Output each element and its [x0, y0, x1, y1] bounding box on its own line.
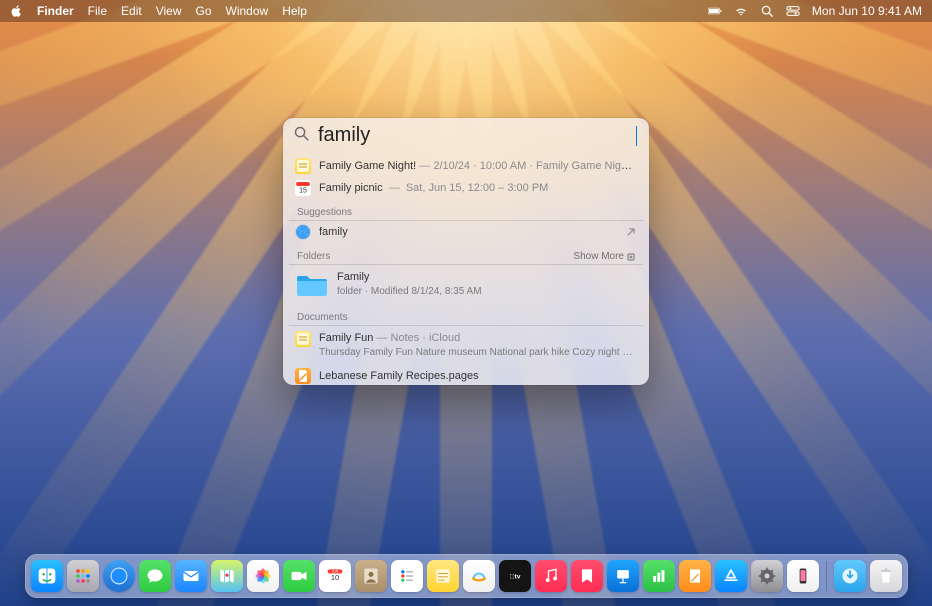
dock-maps[interactable] — [211, 560, 243, 592]
dock-tv[interactable]: tv — [499, 560, 531, 592]
document-title: Lebanese Family Recipes.pages — [319, 369, 479, 383]
dock-separator — [826, 561, 827, 591]
suggestion-row[interactable]: family — [289, 221, 643, 243]
spotlight-window: Family Game Night! — 2/10/24 · 10:00 AM … — [283, 118, 649, 385]
menu-item-file[interactable]: File — [88, 4, 107, 18]
battery-icon[interactable] — [708, 4, 722, 18]
result-row[interactable]: 15 Family picnic — Sat, Jun 15, 12:00 – … — [289, 177, 643, 199]
dock-iphone[interactable] — [787, 560, 819, 592]
document-row[interactable]: Family Fun — Notes · iCloud Thursday Fam… — [289, 326, 643, 365]
dock-numbers[interactable] — [643, 560, 675, 592]
dock-facetime[interactable] — [283, 560, 315, 592]
dock-finder[interactable] — [31, 560, 63, 592]
dock-mail[interactable] — [175, 560, 207, 592]
folder-row[interactable]: Family folder · Modified 8/1/24, 8:35 AM — [289, 265, 643, 304]
menu-item-edit[interactable]: Edit — [121, 4, 142, 18]
text-caret — [636, 126, 637, 146]
menu-item-window[interactable]: Window — [226, 4, 269, 18]
dock-appstore[interactable] — [715, 560, 747, 592]
folder-title: Family — [337, 270, 482, 284]
menu-bar: Finder File Edit View Go Window Help Mon… — [0, 0, 932, 22]
dock-keynote[interactable] — [607, 560, 639, 592]
dock-messages[interactable] — [139, 560, 171, 592]
dock-launchpad[interactable] — [67, 560, 99, 592]
result-title: Family picnic — Sat, Jun 15, 12:00 – 3:0… — [319, 181, 548, 195]
dock-calendar[interactable]: JUN10 — [319, 560, 351, 592]
suggestion-title: family — [319, 225, 348, 239]
svg-text:15: 15 — [299, 188, 307, 195]
pages-icon — [295, 368, 311, 384]
dock-music[interactable] — [535, 560, 567, 592]
dock-pages[interactable] — [679, 560, 711, 592]
menu-datetime[interactable]: Mon Jun 10 9:41 AM — [812, 4, 922, 18]
dock-trash[interactable] — [870, 560, 902, 592]
dock: JUN10 tv — [25, 554, 908, 598]
result-row[interactable]: Family Game Night! — 2/10/24 · 10:00 AM … — [289, 155, 643, 177]
safari-icon — [295, 224, 311, 240]
section-title-suggestions: Suggestions — [297, 207, 352, 218]
dock-news[interactable] — [571, 560, 603, 592]
search-icon — [293, 125, 310, 147]
dock-settings[interactable] — [751, 560, 783, 592]
menu-item-go[interactable]: Go — [196, 4, 212, 18]
control-center-icon[interactable] — [786, 4, 800, 18]
folder-icon — [295, 270, 329, 298]
dock-notes[interactable] — [427, 560, 459, 592]
show-more-button[interactable]: Show More — [573, 251, 635, 262]
dock-contacts[interactable] — [355, 560, 387, 592]
apple-menu-icon[interactable] — [10, 4, 23, 18]
dock-photos[interactable] — [247, 560, 279, 592]
notes-icon — [295, 158, 311, 174]
menu-app-name[interactable]: Finder — [37, 4, 74, 18]
notes-icon — [295, 331, 311, 347]
dock-safari[interactable] — [103, 560, 135, 592]
spotlight-results: Family Game Night! — 2/10/24 · 10:00 AM … — [283, 153, 649, 385]
open-link-icon — [625, 226, 637, 238]
svg-text:10: 10 — [330, 573, 338, 582]
result-title: Family Game Night! — 2/10/24 · 10:00 AM … — [319, 159, 637, 173]
spotlight-menu-icon[interactable] — [760, 4, 774, 18]
wifi-icon[interactable] — [734, 4, 748, 18]
document-title: Family Fun — Notes · iCloud — [319, 331, 637, 345]
dock-reminders[interactable] — [391, 560, 423, 592]
document-sub: Thursday Family Fun Nature museum Nation… — [319, 346, 637, 360]
folder-sub: folder · Modified 8/1/24, 8:35 AM — [337, 285, 482, 299]
section-title-documents: Documents — [297, 312, 348, 323]
section-title-folders: Folders — [297, 251, 330, 262]
dock-downloads[interactable] — [834, 560, 866, 592]
document-row[interactable]: Lebanese Family Recipes.pages — [289, 365, 643, 385]
dock-freeform[interactable] — [463, 560, 495, 592]
calendar-icon: 15 — [295, 180, 311, 196]
spotlight-search-input[interactable] — [318, 124, 632, 147]
svg-text:tv: tv — [509, 574, 520, 581]
menu-item-help[interactable]: Help — [282, 4, 307, 18]
menu-item-view[interactable]: View — [156, 4, 182, 18]
